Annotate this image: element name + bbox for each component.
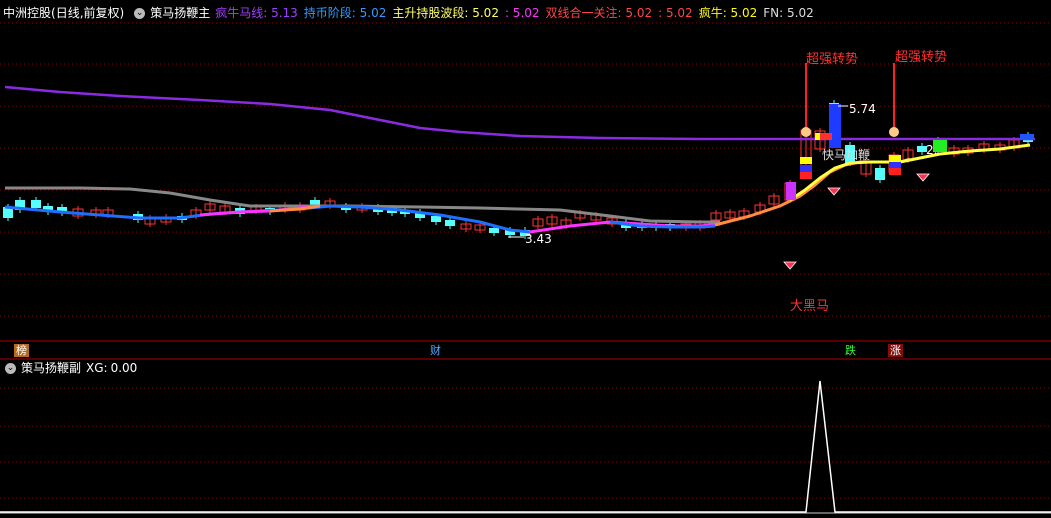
xg-label: XG: <box>86 361 108 375</box>
right-value-label: 2. <box>926 143 938 157</box>
signal-block-magenta <box>786 182 796 200</box>
candle-down <box>31 200 41 208</box>
kline-chart[interactable] <box>0 0 1051 518</box>
signal-block <box>889 162 901 169</box>
signal-block <box>889 155 901 162</box>
signal-block <box>800 165 812 172</box>
big-blue-candle <box>829 104 841 148</box>
marker-zhang[interactable]: 涨 <box>888 344 903 357</box>
diamond-icon <box>916 173 930 182</box>
sub-indicator-name[interactable]: 策马扬鞭副 <box>21 357 81 379</box>
xg-spike-line <box>0 380 1051 513</box>
candle-down <box>875 168 885 180</box>
candle-down <box>489 228 499 233</box>
high-price-label: 5.74 <box>849 102 876 116</box>
low-price-label: 3.43 <box>525 232 552 246</box>
candle-down <box>431 216 441 222</box>
xg-value: 0.00 <box>110 361 138 375</box>
hand-icon <box>801 127 811 137</box>
diamond-icon <box>783 261 797 270</box>
candle-down <box>445 220 455 226</box>
purple-ma-line <box>4 85 1035 141</box>
signal-block <box>800 157 812 164</box>
marker-bang[interactable]: 榜 <box>14 344 29 357</box>
marker-cai[interactable]: 财 <box>428 344 443 357</box>
sub-chart-header: ⌄ 策马扬鞭副 XG: 0.00 <box>0 357 142 379</box>
big-black-horse-label: 大黑马 <box>790 299 830 314</box>
signal-label-right: 超强转势 <box>895 50 948 65</box>
signal-block <box>889 168 901 175</box>
signal-block <box>800 172 812 179</box>
signal-label-left: 超强转势 <box>806 52 859 67</box>
quick-whip-label: 快马加鞭 <box>822 148 871 162</box>
hand-icon <box>889 127 899 137</box>
signal-block <box>820 133 832 140</box>
sub-indicator-toggle-icon[interactable]: ⌄ <box>5 362 16 374</box>
blue-block <box>1020 134 1034 140</box>
marker-die[interactable]: 跌 <box>843 344 858 357</box>
diamond-icon <box>827 187 841 196</box>
